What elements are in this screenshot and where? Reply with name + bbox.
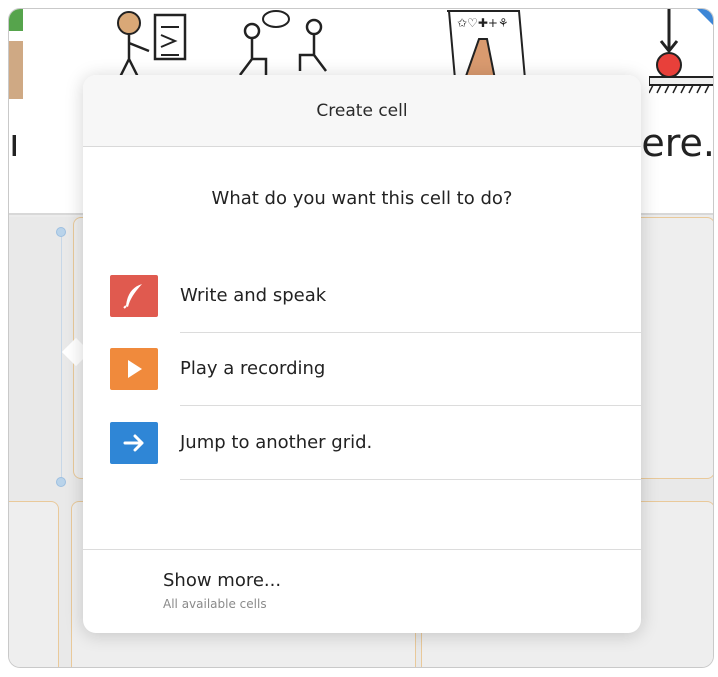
option-label: Jump to another grid.	[180, 432, 373, 453]
selection-guide-line	[61, 235, 62, 485]
green-cell-edge	[9, 9, 23, 31]
right-arrow-icon	[110, 422, 158, 464]
popover-title: Create cell	[316, 100, 408, 121]
show-more-button[interactable]: Show more... All available cells	[83, 550, 641, 633]
weight-on-floor-symbol	[649, 9, 713, 94]
popover-header: Create cell	[83, 75, 641, 147]
option-label: Write and speak	[180, 285, 327, 306]
person-document-symbol	[117, 11, 187, 80]
option-play-a-recording[interactable]: Play a recording	[83, 332, 641, 406]
background-cell-text-left: ı	[9, 121, 20, 165]
question-text: What do you want this cell to do?	[211, 188, 513, 209]
selection-handle-top[interactable]	[56, 227, 66, 237]
create-cell-popover: Create cell What do you want this cell t…	[83, 75, 641, 633]
grid-cell[interactable]	[9, 501, 59, 667]
play-icon	[110, 348, 158, 390]
divider	[180, 479, 641, 480]
show-more-sublabel: All available cells	[163, 597, 267, 611]
option-label: Play a recording	[180, 358, 326, 379]
svg-text:✩♡✚+⚘: ✩♡✚+⚘	[457, 16, 509, 30]
background-cell-text-right: ere.	[641, 121, 714, 165]
selection-handle-bottom[interactable]	[56, 477, 66, 487]
person-picture-edge	[9, 41, 23, 99]
hand-pointing-board-symbol: ✩♡✚+⚘	[447, 10, 526, 79]
option-jump-to-another-grid[interactable]: Jump to another grid.	[83, 406, 641, 480]
option-write-and-speak[interactable]: Write and speak	[83, 259, 641, 333]
people-talking-symbol	[239, 10, 327, 76]
show-more-label: Show more...	[163, 570, 282, 591]
quill-pen-icon	[110, 275, 158, 317]
